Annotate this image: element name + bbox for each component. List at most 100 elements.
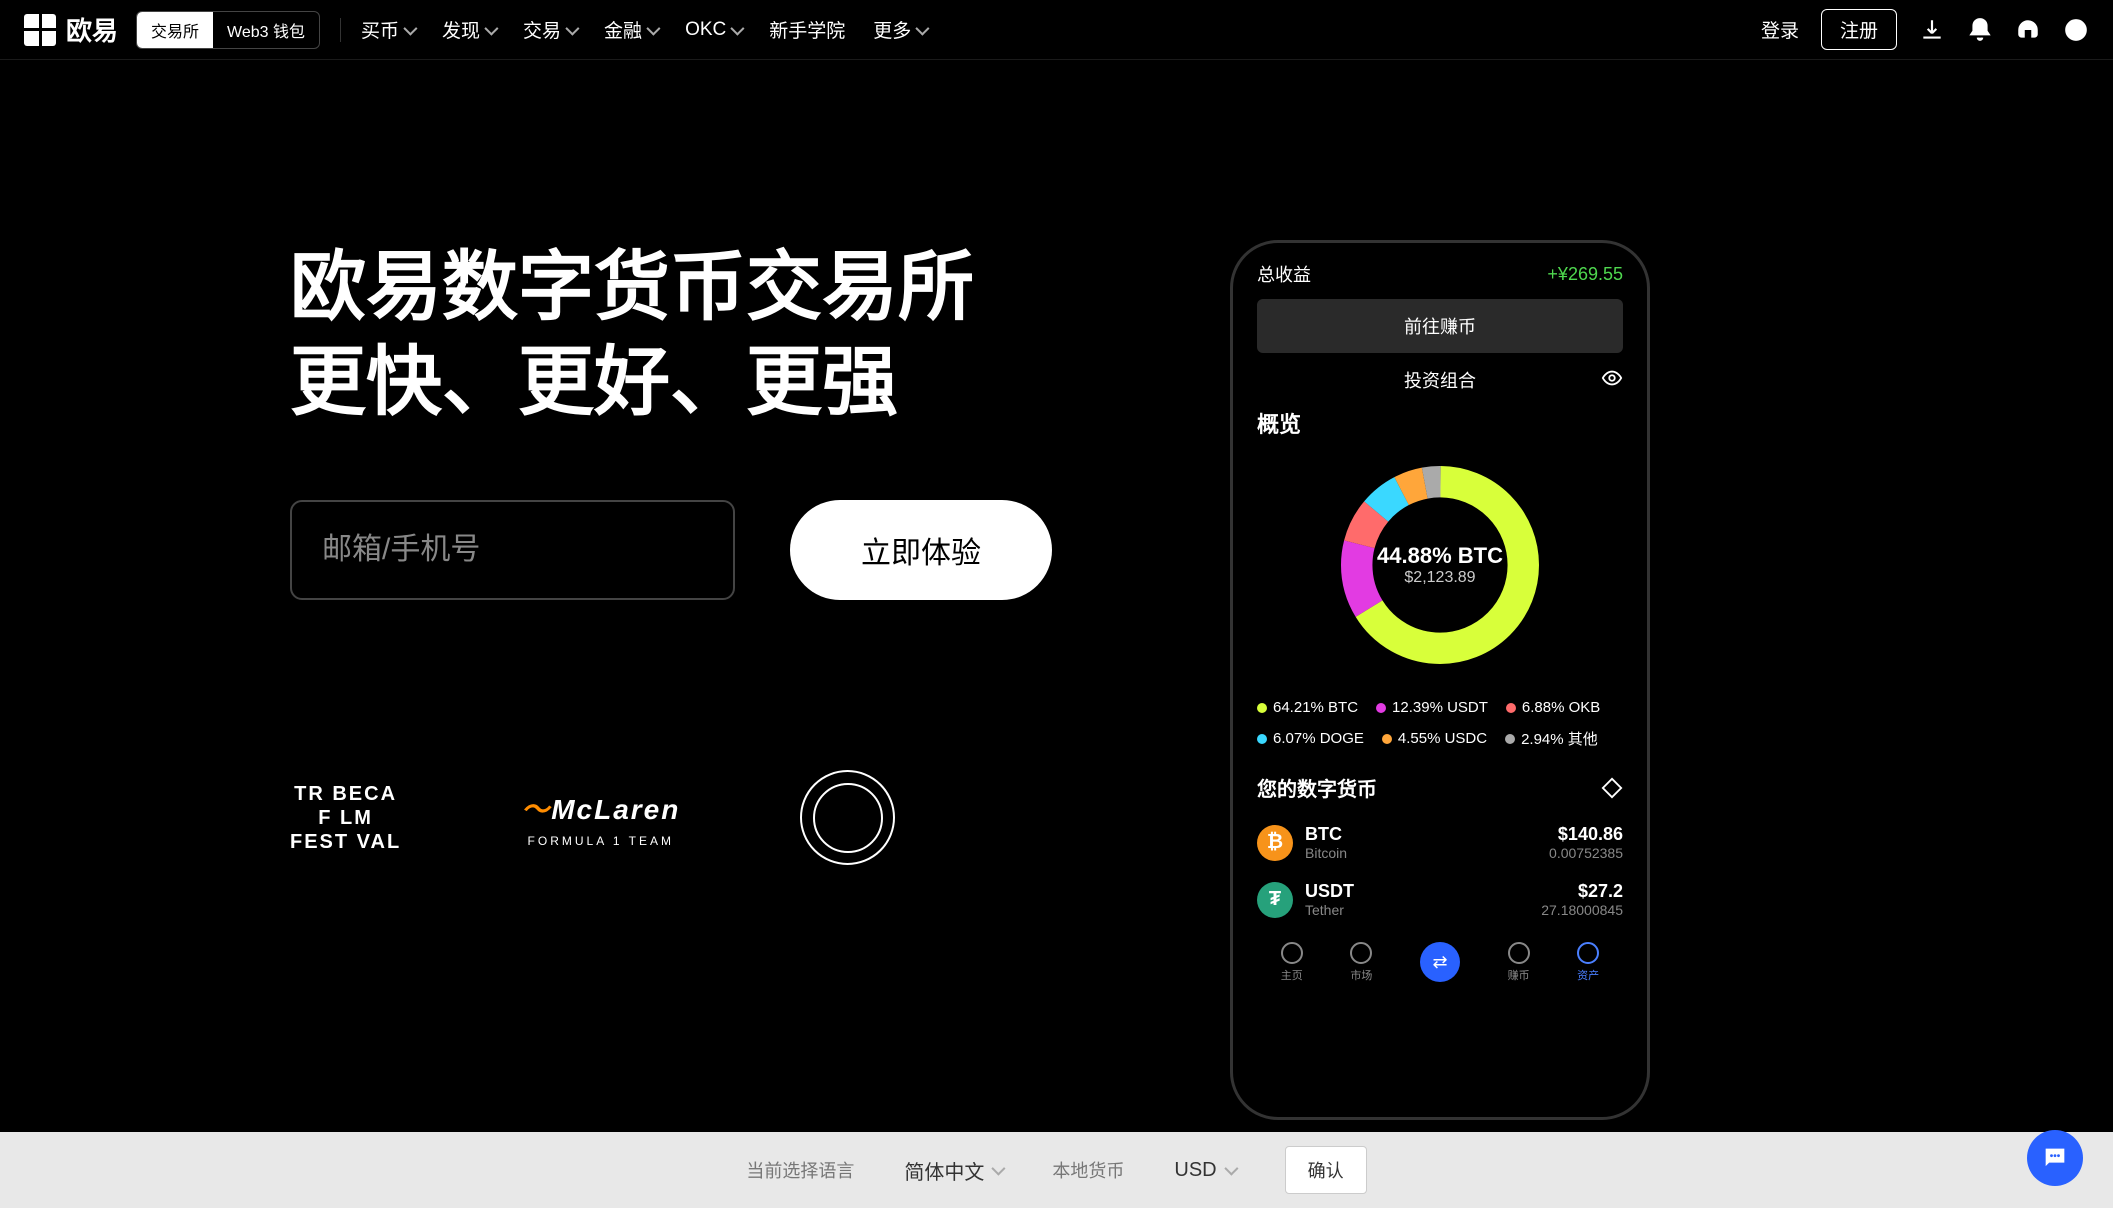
overview-label: 概览 (1257, 407, 1623, 439)
total-profit-value: +¥269.55 (1547, 264, 1623, 285)
coin-row[interactable]: ₮ USDT Tether $27.2 27.18000845 (1257, 871, 1623, 928)
header-right: 登录 注册 (1761, 9, 2089, 50)
coin-icon: ₿ (1257, 825, 1293, 861)
phone-nav-item[interactable]: ⇄ (1420, 942, 1460, 983)
coin-values: $140.86 0.00752385 (1549, 824, 1623, 861)
coin-info: BTC Bitcoin (1305, 824, 1549, 861)
coin-info: USDT Tether (1305, 881, 1541, 918)
nav-item-label: 新手学院 (769, 16, 845, 43)
coin-row[interactable]: ₿ BTC Bitcoin $140.86 0.00752385 (1257, 814, 1623, 871)
legend-dot (1382, 734, 1392, 744)
legend-dot (1257, 734, 1267, 744)
signup-button[interactable]: 注册 (1821, 9, 1897, 50)
coin-values: $27.2 27.18000845 (1541, 881, 1623, 918)
phone-mockup: 总收益 +¥269.55 前往赚币 投资组合 概览 44.88% BTC $2,… (1230, 240, 1650, 1120)
eye-icon[interactable] (1601, 367, 1623, 389)
legend-text: 2.94% 其他 (1521, 728, 1598, 749)
phone-nav-item[interactable]: 主页 (1281, 942, 1303, 983)
legend-item: 4.55% USDC (1382, 728, 1487, 749)
mode-toggle: 交易所 Web3 钱包 (136, 11, 320, 49)
lang-select[interactable]: 简体中文 (904, 1156, 1002, 1185)
nav-item[interactable]: 交易 (523, 16, 576, 43)
legend-text: 6.07% DOGE (1273, 730, 1364, 747)
partner-mancity (800, 770, 895, 865)
main-nav: 买币 发现 交易 金融 OKC 新手学院 更多 (361, 16, 926, 43)
hero-left: 欧易数字货币交易所 更快、更好、更强 立即体验 TR BECA F LM FES… (290, 240, 1070, 1120)
coin-symbol: USDT (1305, 881, 1541, 902)
partners: TR BECA F LM FEST VAL 〜McLaren FORMULA 1… (290, 770, 1070, 865)
headset-icon[interactable] (2015, 17, 2041, 43)
partner-mclaren: 〜McLaren FORMULA 1 TEAM (521, 788, 680, 848)
nav-item-label: 交易 (523, 16, 561, 43)
phone-nav-item[interactable]: 市场 (1350, 942, 1372, 983)
chevron-down-icon (484, 21, 498, 35)
nav-item[interactable]: 金融 (604, 16, 657, 43)
nav-item[interactable]: 买币 (361, 16, 414, 43)
nav-item-label: OKC (685, 19, 726, 41)
chevron-down-icon (916, 21, 930, 35)
nav-item[interactable]: 发现 (442, 16, 495, 43)
legend-text: 64.21% BTC (1273, 699, 1358, 716)
chevron-down-icon (1224, 1162, 1238, 1176)
chat-icon (2041, 1144, 2069, 1172)
profit-row: 总收益 +¥269.55 (1257, 261, 1623, 287)
legend-item: 12.39% USDT (1376, 699, 1488, 716)
coin-price: $27.2 (1541, 881, 1623, 902)
partner-tribeca: TR BECA F LM FEST VAL (290, 782, 401, 854)
coin-name: Bitcoin (1305, 845, 1549, 861)
coin-amount: 27.18000845 (1541, 902, 1623, 918)
phone-nav-label: 资产 (1577, 967, 1599, 983)
locale-bar: 当前选择语言 简体中文 本地货币 USD 确认 (0, 1132, 2113, 1208)
toggle-exchange[interactable]: 交易所 (137, 12, 213, 48)
login-link[interactable]: 登录 (1761, 16, 1799, 43)
chevron-down-icon (565, 21, 579, 35)
lang-label: 当前选择语言 (746, 1157, 854, 1183)
phone-nav: 主页 市场 ⇄ 赚币 资产 (1257, 942, 1623, 983)
currency-label: 本地货币 (1052, 1157, 1124, 1183)
email-input[interactable] (290, 500, 735, 600)
chevron-down-icon (646, 21, 660, 35)
hero-title-line1: 欧易数字货币交易所 (290, 245, 974, 330)
confirm-button[interactable]: 确认 (1285, 1146, 1367, 1194)
currency-value: USD (1174, 1159, 1216, 1182)
legend-text: 4.55% USDC (1398, 730, 1487, 747)
bell-icon[interactable] (1967, 17, 1993, 43)
phone-nav-item[interactable]: 赚币 (1508, 942, 1530, 983)
nav-item-label: 更多 (873, 16, 911, 43)
coin-amount: 0.00752385 (1549, 845, 1623, 861)
chevron-down-icon (992, 1162, 1006, 1176)
donut-amt: $2,123.89 (1377, 569, 1503, 587)
hero: 欧易数字货币交易所 更快、更好、更强 立即体验 TR BECA F LM FES… (0, 60, 2113, 1120)
coin-icon: ₮ (1257, 882, 1293, 918)
reorder-icon[interactable] (1601, 777, 1623, 799)
cta-button[interactable]: 立即体验 (790, 500, 1052, 600)
legend-item: 2.94% 其他 (1505, 728, 1598, 749)
coin-price: $140.86 (1549, 824, 1623, 845)
nav-icon (1508, 942, 1530, 964)
logo[interactable]: 欧易 (24, 11, 118, 48)
total-profit-label: 总收益 (1257, 261, 1311, 287)
nav-item[interactable]: 新手学院 (769, 16, 845, 43)
phone-nav-label: 赚币 (1508, 967, 1530, 983)
nav-item[interactable]: 更多 (873, 16, 926, 43)
coin-symbol: BTC (1305, 824, 1549, 845)
legend-dot (1376, 703, 1386, 713)
nav-item-label: 金融 (604, 16, 642, 43)
legend-text: 6.88% OKB (1522, 699, 1600, 716)
currency-select[interactable]: USD (1174, 1159, 1234, 1182)
nav-item[interactable]: OKC (685, 16, 741, 43)
globe-icon[interactable] (2063, 17, 2089, 43)
legend-item: 64.21% BTC (1257, 699, 1358, 716)
nav-item-label: 买币 (361, 16, 399, 43)
chat-button[interactable] (2027, 1130, 2083, 1186)
legend-item: 6.07% DOGE (1257, 728, 1364, 749)
portfolio-label: 投资组合 (1404, 367, 1476, 393)
earn-button[interactable]: 前往赚币 (1257, 299, 1623, 353)
nav-icon (1577, 942, 1599, 964)
toggle-wallet[interactable]: Web3 钱包 (213, 12, 319, 48)
donut-pct: 44.88% BTC (1377, 543, 1503, 569)
phone-nav-item[interactable]: 资产 (1577, 942, 1599, 983)
coin-name: Tether (1305, 902, 1541, 918)
download-icon[interactable] (1919, 17, 1945, 43)
signup-form: 立即体验 (290, 500, 1070, 600)
